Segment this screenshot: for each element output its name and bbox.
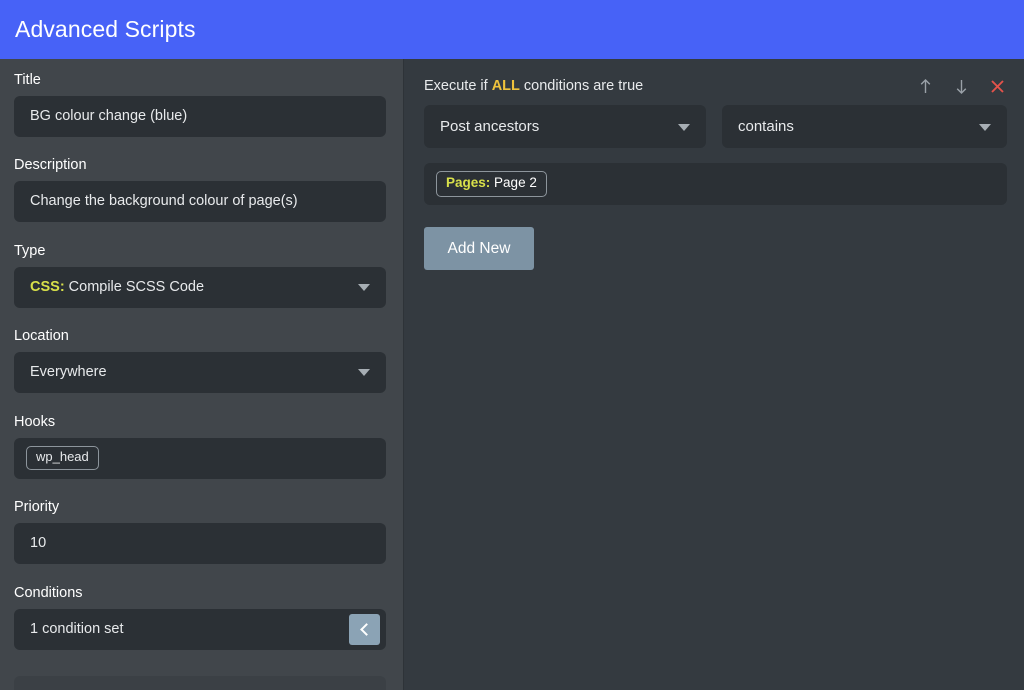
condition-value-tag[interactable]: Pages: Page 2 bbox=[436, 171, 547, 197]
description-input[interactable]: Change the background colour of page(s) bbox=[14, 180, 386, 222]
field-description: Description Change the background colour… bbox=[14, 158, 386, 222]
label-title: Title bbox=[14, 72, 41, 88]
add-new-condition-button[interactable]: Add New bbox=[424, 227, 534, 270]
conditions-group-title: Execute if ALL conditions are true bbox=[424, 79, 643, 94]
conditions-title-accent: ALL bbox=[491, 77, 520, 94]
next-field-partial bbox=[14, 676, 386, 690]
conditions-summary-value: 1 condition set bbox=[30, 621, 124, 637]
label-priority: Priority bbox=[14, 499, 60, 515]
app-header: Advanced Scripts bbox=[0, 0, 1024, 59]
condition-operator-select[interactable]: contains bbox=[722, 105, 1007, 148]
advanced-scripts-window: Advanced Scripts Title BG colour change … bbox=[0, 0, 1024, 690]
hooks-input[interactable]: wp_head bbox=[14, 437, 386, 479]
field-type: Type CSS: Compile SCSS Code bbox=[14, 244, 386, 308]
conditions-group-actions bbox=[916, 76, 1006, 96]
condition-subject-select[interactable]: Post ancestors bbox=[424, 105, 706, 148]
move-group-up-button[interactable] bbox=[916, 76, 934, 96]
chevron-down-icon bbox=[678, 123, 690, 131]
type-prefix: CSS: bbox=[30, 279, 65, 295]
type-select-value: CSS: Compile SCSS Code bbox=[14, 280, 244, 295]
conditions-editor-panel: Execute if ALL conditions are true Post … bbox=[405, 59, 1024, 690]
hook-chip[interactable]: wp_head bbox=[26, 446, 99, 470]
delete-group-button[interactable] bbox=[988, 76, 1006, 96]
arrow-up-icon bbox=[920, 78, 930, 93]
field-title: Title BG colour change (blue) bbox=[14, 73, 386, 137]
condition-value-tag-label: Page 2 bbox=[494, 175, 537, 191]
chevron-down-icon bbox=[979, 123, 991, 131]
type-text: Compile SCSS Code bbox=[68, 279, 205, 295]
title-input-value: BG colour change (blue) bbox=[30, 108, 188, 124]
page-title: Advanced Scripts bbox=[15, 16, 196, 42]
conditions-collapse-button[interactable] bbox=[349, 613, 380, 645]
conditions-title-suffix: conditions are true bbox=[519, 77, 644, 94]
title-input[interactable]: BG colour change (blue) bbox=[14, 95, 386, 137]
condition-subject-value: Post ancestors bbox=[440, 118, 540, 135]
conditions-group-header: Execute if ALL conditions are true bbox=[424, 74, 1006, 98]
field-priority: Priority 10 bbox=[14, 500, 386, 564]
priority-input[interactable]: 10 bbox=[14, 522, 386, 564]
field-conditions: Conditions 1 condition set bbox=[14, 586, 386, 650]
type-select[interactable]: CSS: Compile SCSS Code bbox=[14, 266, 386, 308]
label-conditions: Conditions bbox=[14, 585, 83, 601]
location-select[interactable]: Everywhere bbox=[14, 351, 386, 393]
priority-input-value: 10 bbox=[30, 535, 47, 551]
conditions-title-prefix: Execute if bbox=[424, 77, 492, 94]
chevron-down-icon bbox=[358, 284, 370, 291]
label-hooks: Hooks bbox=[14, 414, 56, 430]
chevron-down-icon bbox=[358, 369, 370, 376]
field-location: Location Everywhere bbox=[14, 329, 386, 393]
script-settings-panel: Title BG colour change (blue) Descriptio… bbox=[0, 59, 404, 690]
label-location: Location bbox=[14, 328, 69, 344]
description-input-value: Change the background colour of page(s) bbox=[30, 193, 298, 209]
condition-values-input[interactable]: Pages: Page 2 bbox=[424, 163, 1007, 205]
label-description: Description bbox=[14, 157, 87, 173]
conditions-summary[interactable]: 1 condition set bbox=[14, 608, 386, 650]
location-select-value: Everywhere bbox=[30, 364, 107, 380]
field-hooks: Hooks wp_head bbox=[14, 415, 386, 479]
label-type: Type bbox=[14, 243, 46, 259]
move-group-down-button[interactable] bbox=[952, 76, 970, 96]
arrow-down-icon bbox=[956, 79, 966, 94]
condition-value-tag-key: Pages: bbox=[446, 175, 491, 191]
condition-operator-value: contains bbox=[738, 118, 794, 135]
chevron-left-icon bbox=[359, 622, 373, 636]
close-icon bbox=[990, 79, 1004, 93]
main-content: Title BG colour change (blue) Descriptio… bbox=[0, 59, 1024, 690]
